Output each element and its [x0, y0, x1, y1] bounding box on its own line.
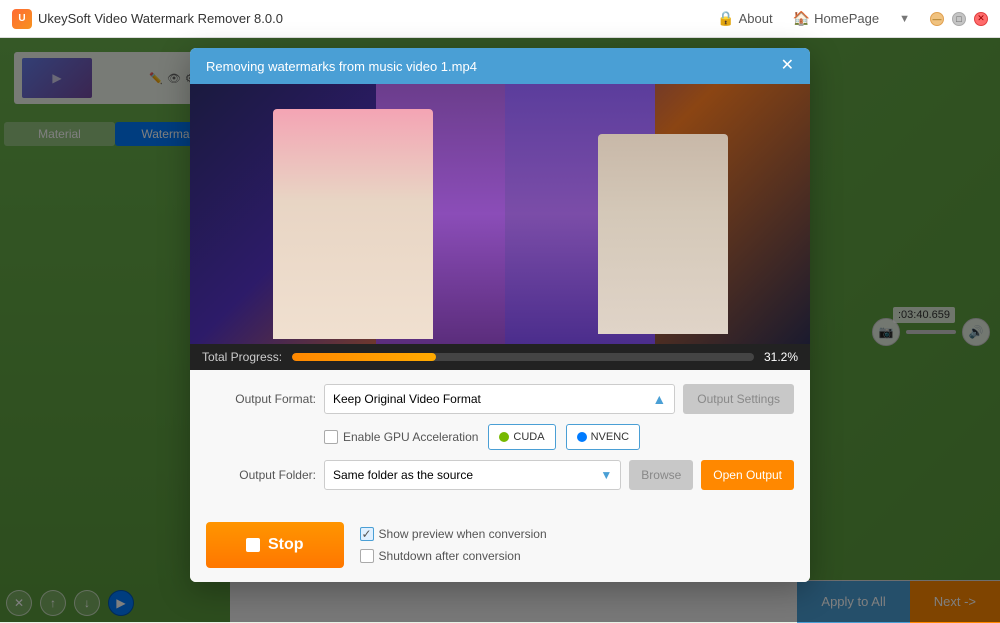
output-format-select[interactable]: Keep Original Video Format ▲ — [324, 384, 675, 414]
modal-bottom: Stop ✓ Show preview when conversion Shut… — [190, 514, 810, 582]
shutdown-checkbox-label[interactable]: Shutdown after conversion — [360, 549, 547, 563]
homepage-nav-item[interactable]: 🏠 HomePage — [793, 10, 879, 27]
folder-dropdown-icon: ▼ — [600, 468, 612, 482]
output-folder-select[interactable]: Same folder as the source ▼ — [324, 460, 621, 490]
stop-button[interactable]: Stop — [206, 522, 344, 568]
shutdown-checkbox[interactable] — [360, 549, 374, 563]
progress-track — [292, 353, 754, 361]
close-button[interactable]: ✕ — [974, 12, 988, 26]
main-layout: ✏️ 👁 ⚙ ✕ Material Watermark ✕ ↑ ↓ ▶ — [0, 38, 1000, 622]
output-format-value: Keep Original Video Format — [333, 392, 481, 406]
progress-fill — [292, 353, 436, 361]
title-nav: 🔒 About 🏠 HomePage ▼ — [717, 10, 910, 27]
stop-icon — [246, 538, 260, 552]
stop-label: Stop — [268, 536, 304, 554]
output-format-row: Output Format: Keep Original Video Forma… — [206, 384, 794, 414]
video-figure-right — [598, 134, 728, 334]
nvenc-button[interactable]: NVENC — [566, 424, 641, 450]
app-title: UkeySoft Video Watermark Remover 8.0.0 — [38, 11, 283, 26]
gpu-checkbox-label[interactable]: Enable GPU Acceleration — [324, 430, 478, 444]
about-nav-item[interactable]: 🔒 About — [717, 10, 772, 27]
video-background — [190, 84, 810, 344]
modal-header: Removing watermarks from music video 1.m… — [190, 48, 810, 84]
minimize-button[interactable]: — — [930, 12, 944, 26]
nvenc-badge-icon — [577, 432, 587, 442]
maximize-button[interactable]: □ — [952, 12, 966, 26]
window-controls: — □ ✕ — [930, 12, 988, 26]
nvenc-label: NVENC — [591, 431, 630, 443]
title-bar: U UkeySoft Video Watermark Remover 8.0.0… — [0, 0, 1000, 38]
gpu-row: Enable GPU Acceleration CUDA NVENC — [324, 424, 794, 450]
show-preview-text: Show preview when conversion — [379, 527, 547, 541]
modal-controls: Output Format: Keep Original Video Forma… — [190, 370, 810, 514]
output-settings-button[interactable]: Output Settings — [683, 384, 794, 414]
gpu-label-text: Enable GPU Acceleration — [343, 430, 478, 444]
video-figure-left — [273, 109, 433, 339]
app-logo-area: U UkeySoft Video Watermark Remover 8.0.0 — [12, 9, 717, 29]
output-format-label: Output Format: — [206, 392, 316, 406]
show-preview-checkbox-label[interactable]: ✓ Show preview when conversion — [360, 527, 547, 541]
modal-close-button[interactable]: ✕ — [781, 58, 794, 74]
cuda-button[interactable]: CUDA — [488, 424, 555, 450]
side-checkboxes: ✓ Show preview when conversion Shutdown … — [360, 527, 547, 563]
open-output-button[interactable]: Open Output — [701, 460, 794, 490]
modal-title: Removing watermarks from music video 1.m… — [206, 59, 477, 74]
lock-icon: 🔒 — [717, 10, 734, 27]
cuda-badge-icon — [499, 432, 509, 442]
output-folder-row: Output Folder: Same folder as the source… — [206, 460, 794, 490]
output-folder-label: Output Folder: — [206, 468, 316, 482]
folder-value: Same folder as the source — [333, 468, 473, 482]
nav-dropdown-icon[interactable]: ▼ — [899, 13, 910, 25]
app-logo-icon: U — [12, 9, 32, 29]
home-icon: 🏠 — [793, 10, 810, 27]
format-dropdown-icon: ▲ — [652, 391, 666, 407]
cuda-label: CUDA — [513, 431, 544, 443]
shutdown-text: Shutdown after conversion — [379, 549, 521, 563]
homepage-label: HomePage — [814, 11, 879, 26]
about-label: About — [739, 11, 773, 26]
modal-overlay: Removing watermarks from music video 1.m… — [0, 38, 1000, 622]
show-preview-checkbox[interactable]: ✓ — [360, 527, 374, 541]
modal-video-preview — [190, 84, 810, 344]
progress-percentage: 31.2% — [764, 350, 798, 364]
gpu-checkbox[interactable] — [324, 430, 338, 444]
progress-label: Total Progress: — [202, 350, 282, 364]
conversion-modal: Removing watermarks from music video 1.m… — [190, 48, 810, 582]
progress-area: Total Progress: 31.2% — [190, 344, 810, 370]
browse-button[interactable]: Browse — [629, 460, 693, 490]
